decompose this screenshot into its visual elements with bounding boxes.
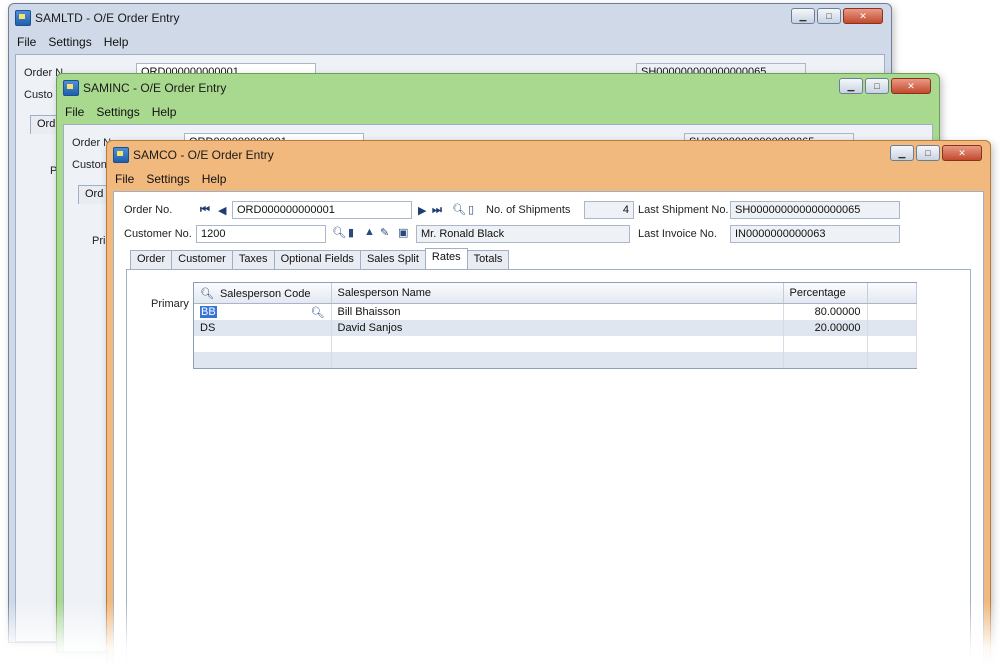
salesperson-name-cell: Bill Bhaisson	[331, 303, 784, 320]
tab-totals[interactable]: Totals	[466, 250, 510, 269]
close-button[interactable]: ✕	[843, 8, 883, 24]
minimize-button[interactable]: ▁	[890, 145, 914, 161]
window-samco[interactable]: SAMCO - O/E Order Entry ▁ □ ✕ File Setti…	[106, 140, 991, 666]
customer-no-label: Custon	[72, 159, 107, 171]
window-title: SAMCO - O/E Order Entry	[133, 148, 274, 162]
tab-order[interactable]: Order	[130, 250, 173, 269]
customer-no-label: Customer No.	[124, 228, 192, 240]
menu-file[interactable]: File	[17, 35, 36, 49]
last-shipment-label: Last Shipment No.	[638, 204, 729, 216]
search-icon[interactable]: 🔍︎	[452, 203, 466, 216]
salesperson-code-cell[interactable]: BB 🔍︎	[194, 303, 332, 320]
menu-file[interactable]: File	[115, 172, 134, 186]
reflection-fade	[0, 602, 1000, 666]
column-header-percentage[interactable]: Percentage	[783, 283, 868, 304]
customer-name-field: Mr. Ronald Black	[416, 225, 630, 243]
maximize-button[interactable]: □	[916, 145, 940, 161]
primary-label: Pri	[92, 235, 106, 247]
salesperson-name-cell: David Sanjos	[331, 320, 784, 336]
tab-optional-fields[interactable]: Optional Fields	[273, 250, 361, 269]
tab-customer[interactable]: Customer	[171, 250, 233, 269]
tab-sales-split[interactable]: Sales Split	[359, 250, 426, 269]
menu-help[interactable]: Help	[202, 172, 227, 186]
percentage-cell[interactable]: 20.00000	[783, 320, 868, 336]
salesperson-grid[interactable]: 🔍︎ Salesperson Code Salesperson Name Perc…	[193, 282, 917, 369]
maximize-button[interactable]: □	[865, 78, 889, 94]
primary-label: Primary	[151, 298, 189, 310]
client-area: Order No. ⏮ ◀ ORD000000000001 ▶ ⏭ 🔍︎ ▯ N…	[113, 191, 984, 665]
last-shipment-field: SH000000000000000065	[730, 201, 900, 219]
search-icon[interactable]: 🔍︎	[311, 306, 325, 319]
column-header-code[interactable]: 🔍︎ Salesperson Code	[194, 283, 332, 304]
maximize-button[interactable]: □	[817, 8, 841, 24]
table-row[interactable]	[194, 352, 917, 368]
app-icon	[113, 147, 129, 163]
window-title: SAMLTD - O/E Order Entry	[35, 11, 180, 25]
app-icon	[63, 80, 79, 96]
last-invoice-field: IN0000000000063	[730, 225, 900, 243]
zoom-icon[interactable]: ▣	[398, 226, 408, 239]
shipments-field: 4	[584, 201, 634, 219]
customer-finder-icon[interactable]: 🔍︎	[332, 226, 346, 239]
document-icon[interactable]: ▮	[348, 226, 354, 239]
titlebar[interactable]: SAMINC - O/E Order Entry ▁ □ ✕	[57, 74, 939, 102]
table-row[interactable]: BB 🔍︎ Bill Bhaisson 80.00000	[194, 303, 917, 320]
titlebar[interactable]: SAMCO - O/E Order Entry ▁ □ ✕	[107, 141, 990, 169]
first-record-icon[interactable]: ⏮	[200, 204, 211, 217]
app-icon	[15, 10, 31, 26]
salesperson-code-cell[interactable]: DS	[194, 320, 332, 336]
column-header-name[interactable]: Salesperson Name	[331, 283, 784, 304]
shipments-label: No. of Shipments	[486, 204, 571, 216]
previous-record-icon[interactable]: ◀	[218, 204, 227, 217]
menu-help[interactable]: Help	[152, 105, 177, 119]
edit-icon[interactable]: ✎	[380, 226, 389, 239]
menubar: File Settings Help	[61, 102, 935, 122]
tab-taxes[interactable]: Taxes	[231, 250, 275, 269]
close-button[interactable]: ✕	[891, 78, 931, 94]
menu-file[interactable]: File	[65, 105, 84, 119]
minimize-button[interactable]: ▁	[839, 78, 863, 94]
order-no-field[interactable]: ORD000000000001	[232, 201, 412, 219]
table-row[interactable]: DS David Sanjos 20.00000	[194, 320, 917, 336]
customer-no-label: Custo	[24, 89, 53, 101]
last-invoice-label: Last Invoice No.	[638, 228, 717, 240]
new-document-icon[interactable]: ▯	[468, 203, 474, 216]
table-row[interactable]	[194, 336, 917, 352]
menu-settings[interactable]: Settings	[96, 105, 139, 119]
menubar: File Settings Help	[13, 32, 887, 52]
tab-strip: Order Customer Taxes Optional Fields Sal…	[130, 248, 510, 270]
customer-no-field[interactable]: 1200	[196, 225, 326, 243]
menu-settings[interactable]: Settings	[48, 35, 91, 49]
up-arrow-icon[interactable]: ▲	[364, 226, 375, 238]
menu-settings[interactable]: Settings	[146, 172, 189, 186]
menubar: File Settings Help	[111, 169, 986, 189]
percentage-cell[interactable]: 80.00000	[783, 303, 868, 320]
window-title: SAMINC - O/E Order Entry	[83, 81, 227, 95]
next-record-icon[interactable]: ▶	[418, 204, 427, 217]
close-button[interactable]: ✕	[942, 145, 982, 161]
column-header-blank	[867, 283, 917, 304]
last-record-icon[interactable]: ⏭	[432, 204, 443, 217]
tab-rates[interactable]: Rates	[424, 248, 468, 269]
menu-help[interactable]: Help	[104, 35, 129, 49]
order-no-label: Order No.	[124, 204, 173, 216]
minimize-button[interactable]: ▁	[791, 8, 815, 24]
titlebar[interactable]: SAMLTD - O/E Order Entry ▁ □ ✕	[9, 4, 891, 32]
search-icon[interactable]: 🔍︎	[200, 288, 214, 300]
